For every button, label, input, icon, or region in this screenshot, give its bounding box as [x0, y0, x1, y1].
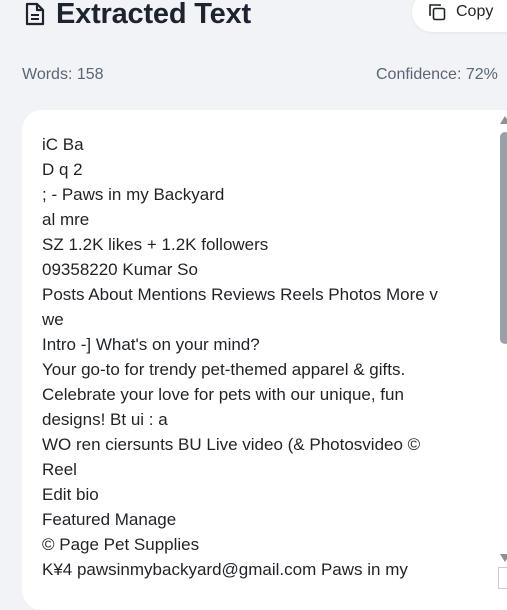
text-line: ; - Paws in my Backyard — [42, 185, 225, 204]
extracted-text-content[interactable]: iC Ba D q 2 ; - Paws in my Backyard al m… — [42, 132, 482, 582]
header: Extracted Text — [24, 0, 251, 30]
stats-row: Words: 158 Confidence: 72% — [22, 66, 507, 88]
extracted-text-card: iC Ba D q 2 ; - Paws in my Backyard al m… — [22, 110, 507, 610]
copy-button-label: Copy — [456, 3, 494, 20]
word-count: Words: 158 — [22, 66, 104, 83]
text-line: we — [42, 310, 64, 329]
document-icon — [25, 2, 45, 26]
text-line: SZ 1.2K likes + 1.2K followers — [42, 235, 269, 254]
text-line: K¥4 pawsinmybackyard@gmail.com Paws in m… — [42, 560, 408, 579]
text-line: 09358220 Kumar So — [42, 260, 198, 279]
text-line: Your go-to for trendy pet-themed apparel… — [42, 360, 406, 379]
text-line: © Page Pet Supplies — [42, 535, 200, 554]
text-scrollbar[interactable] — [496, 110, 507, 610]
text-line: Edit bio — [42, 485, 99, 504]
text-line: Intro -] What's on your mind? — [42, 335, 260, 354]
page-title: Extracted Text — [56, 0, 251, 30]
confidence-score: Confidence: 72% — [376, 66, 498, 83]
text-line: WO ren ciersunts BU Live video (& Photos… — [42, 435, 421, 454]
text-line: D q 2 — [42, 160, 83, 179]
text-line: al mre — [42, 210, 90, 229]
text-line: iC Ba — [42, 135, 84, 154]
text-line: Featured Manage — [42, 510, 177, 529]
copy-icon — [429, 4, 446, 21]
scroll-up-arrow-icon[interactable] — [500, 116, 507, 124]
text-line: Celebrate your love for pets with our un… — [42, 385, 404, 404]
text-line: Posts About Mentions Reviews Reels Photo… — [42, 285, 438, 304]
scroll-down-arrow-icon[interactable] — [500, 554, 507, 562]
copy-button[interactable]: Copy — [412, 0, 507, 32]
text-line: Reel — [42, 460, 77, 479]
text-line: designs! Bt ui : a — [42, 410, 168, 429]
scroll-thumb[interactable] — [500, 132, 507, 344]
